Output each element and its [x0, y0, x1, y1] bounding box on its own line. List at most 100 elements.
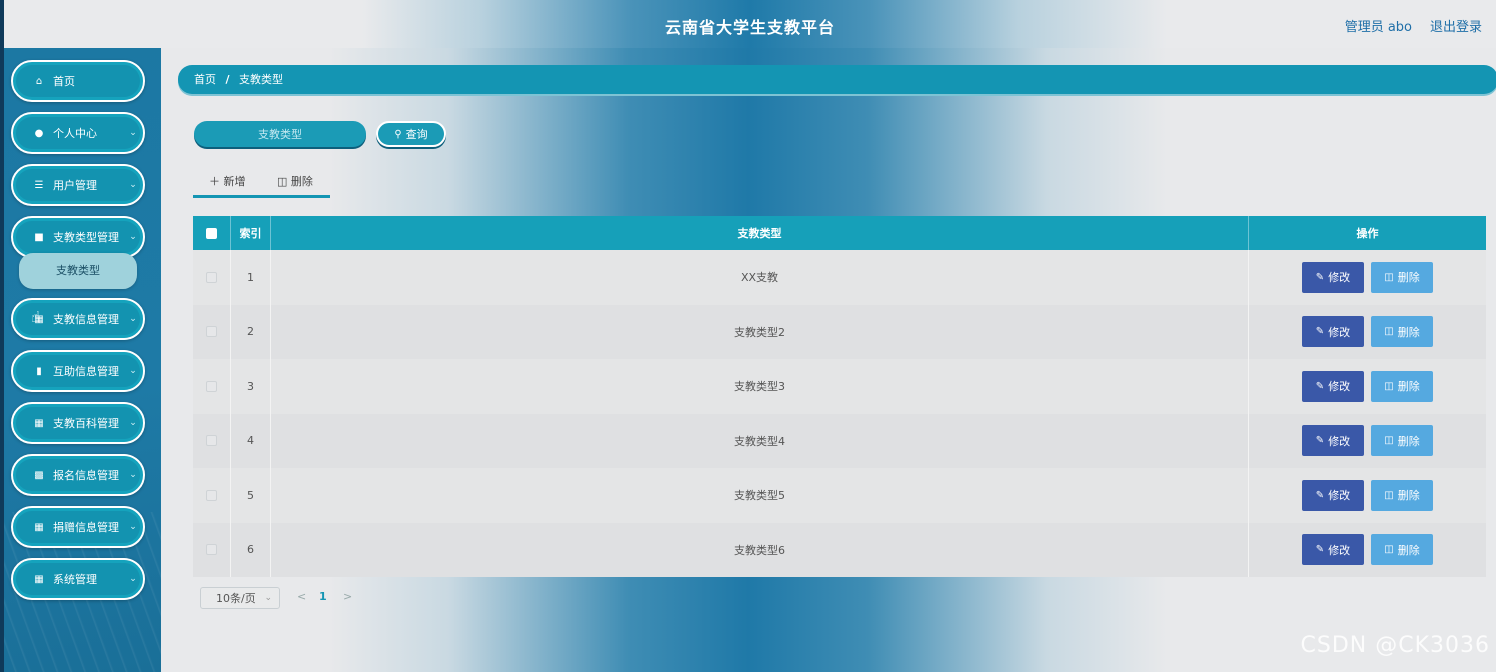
chevron-down-icon: ⌄	[129, 522, 137, 532]
pencil-icon: ✎	[1315, 435, 1325, 447]
trash-icon: ◫	[1384, 544, 1394, 556]
page-number-current[interactable]: 1	[319, 590, 327, 603]
row-checkbox[interactable]	[206, 326, 217, 338]
batch-delete-button[interactable]: ◫ 删除	[277, 173, 313, 189]
delete-button[interactable]: ◫ 删除	[1371, 370, 1433, 402]
edit-button[interactable]: ✎ 修改	[1302, 425, 1364, 457]
chevron-down-icon: ⌄	[129, 470, 137, 480]
pencil-icon: ✎	[1315, 271, 1325, 283]
trash-icon: ◫	[1384, 435, 1394, 447]
delete-button[interactable]: ◫ 删除	[1371, 534, 1433, 566]
delete-button[interactable]: ◫ 删除	[1371, 479, 1433, 511]
sidebar-item-system[interactable]: ▦ 系统管理 ⌄	[11, 558, 145, 600]
sidebar-item-label: 支教百科管理	[53, 417, 119, 430]
chevron-down-icon: ⌄	[129, 366, 137, 376]
chevron-down-icon: ⌄	[129, 128, 137, 138]
table-header: 索引 支教类型 操作	[193, 216, 1486, 250]
header-type: 支教类型	[271, 216, 1249, 250]
delete-button-label: 删除	[1397, 434, 1420, 448]
sidebar-item-label: 互助信息管理	[53, 365, 119, 378]
sidebar-item-label: 个人中心	[53, 127, 97, 140]
pencil-icon: ✎	[1315, 380, 1325, 392]
grid-icon: ▦	[34, 573, 44, 585]
edit-button[interactable]: ✎ 修改	[1302, 316, 1364, 348]
edit-button[interactable]: ✎ 修改	[1302, 261, 1364, 293]
edit-button[interactable]: ✎ 修改	[1302, 534, 1364, 566]
delete-button-label: 删除	[1397, 489, 1420, 503]
chevron-down-icon: ⌄	[129, 574, 137, 584]
next-page-button[interactable]: >	[343, 590, 352, 603]
sidebar-item-encyclopedia[interactable]: ▦ 支教百科管理 ⌄	[11, 402, 145, 444]
app-title: 云南省大学生支教平台	[664, 18, 835, 37]
delete-button[interactable]: ◫ 删除	[1371, 316, 1433, 348]
row-select-cell	[193, 522, 231, 577]
row-ops: ✎ 修改 ◫ 删除	[1249, 468, 1486, 523]
row-checkbox[interactable]	[206, 435, 217, 447]
trash-icon: ◫	[1384, 326, 1394, 338]
bar-chart-icon: ▩	[34, 469, 44, 481]
clipboard-icon: ▮	[36, 365, 42, 377]
sidebar-item-user-management[interactable]: ☰ 用户管理 ⌄	[11, 164, 145, 206]
top-header: 云南省大学生支教平台 管理员 abo 退出登录	[4, 0, 1496, 48]
row-checkbox[interactable]	[206, 489, 217, 501]
chevron-down-icon: ⌄	[129, 314, 137, 324]
edit-button-label: 修改	[1328, 489, 1351, 503]
table-row: 6 支教类型6 ✎ 修改 ◫ 删除	[193, 522, 1486, 577]
sidebar-item-personal-center[interactable]: ● 个人中心 ⌄	[11, 112, 145, 154]
row-select-cell	[193, 413, 231, 468]
sidebar-item-registration[interactable]: ▩ 报名信息管理 ⌄	[11, 454, 145, 496]
add-button-label: 新增	[223, 175, 246, 188]
breadcrumb-separator: /	[225, 73, 230, 86]
sidebar-item-type-management[interactable]: ■ 支教类型管理 ⌄	[11, 216, 145, 258]
row-type: 支教类型4	[271, 413, 1249, 468]
edit-button[interactable]: ✎ 修改	[1302, 370, 1364, 402]
breadcrumb-home[interactable]: 首页	[194, 73, 216, 86]
edit-button-label: 修改	[1328, 271, 1351, 285]
plus-icon: ＋	[209, 175, 220, 188]
sidebar-item-donation[interactable]: ▦ 捐赠信息管理 ⌄	[11, 506, 145, 548]
delete-button[interactable]: ◫ 删除	[1371, 261, 1433, 293]
hand-cursor-icon: ☝	[31, 308, 41, 326]
edit-button[interactable]: ✎ 修改	[1302, 479, 1364, 511]
row-checkbox[interactable]	[206, 271, 217, 283]
page-size-select[interactable]: 10条/页 ⌄	[200, 587, 280, 609]
grid-icon: ▦	[34, 417, 44, 429]
type-search-input[interactable]	[194, 121, 366, 147]
table-row: 3 支教类型3 ✎ 修改 ◫ 删除	[193, 359, 1486, 414]
row-index: 2	[231, 304, 271, 359]
select-all-checkbox[interactable]	[206, 227, 217, 239]
pencil-icon: ✎	[1315, 544, 1325, 556]
breadcrumb-current: 支教类型	[239, 73, 284, 86]
submenu-item-teaching-type[interactable]: 支教类型	[19, 253, 137, 289]
search-icon: ⚲	[394, 128, 402, 140]
table-row: 5 支教类型5 ✎ 修改 ◫ 删除	[193, 468, 1486, 523]
add-button[interactable]: ＋ 新增	[209, 173, 246, 189]
row-select-cell	[193, 304, 231, 359]
sidebar-item-mutual-help[interactable]: ▮ 互助信息管理 ⌄	[11, 350, 145, 392]
sidebar-item-label: 支教信息管理	[53, 313, 119, 326]
row-type: 支教类型3	[271, 359, 1249, 414]
chevron-down-icon: ⌄	[129, 418, 137, 428]
row-checkbox[interactable]	[206, 544, 217, 556]
trash-icon: ◫	[277, 175, 288, 188]
edit-button-label: 修改	[1328, 325, 1351, 339]
chevron-down-icon: ⌄	[264, 593, 272, 603]
logout-link[interactable]: 退出登录	[1430, 16, 1482, 35]
edit-button-label: 修改	[1328, 543, 1351, 557]
row-ops: ✎ 修改 ◫ 删除	[1249, 250, 1486, 305]
sidebar-item-label: 捐赠信息管理	[53, 521, 119, 534]
row-ops: ✎ 修改 ◫ 删除	[1249, 359, 1486, 414]
header-ops: 操作	[1356, 227, 1379, 240]
edit-button-label: 修改	[1328, 380, 1351, 394]
row-ops: ✎ 修改 ◫ 删除	[1249, 414, 1486, 469]
row-checkbox[interactable]	[206, 380, 217, 392]
list-icon: ☰	[34, 179, 44, 191]
row-type: 支教类型2	[271, 304, 1249, 359]
delete-button-label: 删除	[1397, 543, 1420, 557]
row-type: XX支教	[271, 250, 1249, 305]
search-button[interactable]: ⚲ 查询	[376, 121, 446, 147]
table-row: 1 XX支教 ✎ 修改 ◫ 删除	[193, 250, 1486, 305]
sidebar-item-home[interactable]: ⌂ 首页	[11, 60, 145, 102]
prev-page-button[interactable]: <	[297, 590, 306, 603]
delete-button[interactable]: ◫ 删除	[1371, 425, 1433, 457]
